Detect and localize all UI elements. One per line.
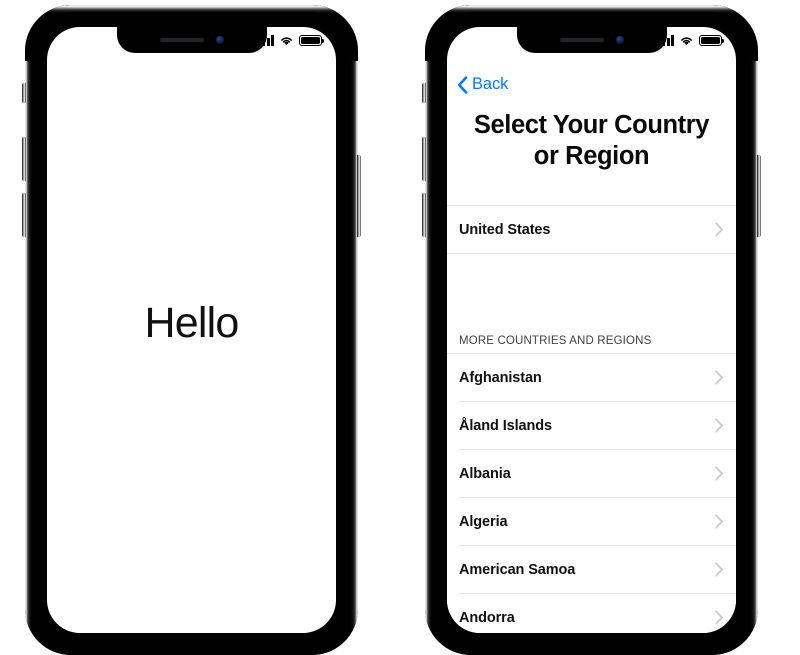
device-screen-country-picker: Back Select Your Country or Region Unite… <box>447 27 736 633</box>
list-item-aland-islands[interactable]: Åland Islands <box>447 402 736 449</box>
cellular-bars-icon <box>657 35 674 46</box>
chevron-right-icon <box>715 610 723 625</box>
volume-down-button[interactable] <box>22 193 26 237</box>
chevron-right-icon <box>715 514 723 529</box>
page-title: Select Your Country or Region <box>465 110 718 173</box>
chevron-right-icon <box>715 466 723 481</box>
volume-up-button[interactable] <box>22 137 26 181</box>
power-button[interactable] <box>757 155 761 237</box>
battery-full-icon <box>699 35 725 46</box>
wifi-icon <box>681 37 692 45</box>
list-item-label: American Samoa <box>459 561 576 578</box>
front-camera-icon <box>615 36 624 44</box>
list-item-label: Åland Islands <box>459 417 552 434</box>
earpiece-speaker-icon <box>159 38 204 42</box>
page-title-line-2: or Region <box>533 142 650 171</box>
earpiece-speaker-icon <box>559 38 604 42</box>
list-item-united-states[interactable]: United States <box>447 206 736 253</box>
iphone-device-country-picker: Back Select Your Country or Region Unite… <box>422 5 761 655</box>
page-title-line-1: Select Your Country <box>473 111 710 139</box>
wifi-icon <box>281 37 292 45</box>
battery-full-icon <box>299 35 325 46</box>
chevron-right-icon <box>715 370 723 385</box>
section-header-more-countries: MORE COUNTRIES AND REGIONS <box>459 335 652 347</box>
device-screen-hello: Hello <box>47 27 336 633</box>
list-item-label: Algeria <box>459 513 508 530</box>
list-item-afghanistan[interactable]: Afghanistan <box>447 354 736 401</box>
chevron-left-icon <box>457 75 468 94</box>
chevron-right-icon <box>715 222 723 237</box>
power-button[interactable] <box>357 155 361 237</box>
iphone-device-hello: Hello <box>22 5 361 655</box>
list-item-label: United States <box>459 221 551 238</box>
status-bar-icons <box>657 35 725 46</box>
volume-up-button[interactable] <box>422 137 426 181</box>
front-camera-icon <box>215 36 224 44</box>
device-bezel: Back Select Your Country or Region Unite… <box>432 12 751 648</box>
list-gap <box>447 254 736 314</box>
ring-silent-switch[interactable] <box>22 83 26 103</box>
volume-down-button[interactable] <box>422 193 426 237</box>
cellular-bars-icon <box>257 35 274 46</box>
device-bezel: Hello <box>32 12 351 648</box>
chevron-right-icon <box>715 562 723 577</box>
back-button-label: Back <box>472 75 509 93</box>
display-notch <box>116 27 267 53</box>
status-bar-icons <box>257 35 325 46</box>
ring-silent-switch[interactable] <box>422 83 426 103</box>
list-item-albania[interactable]: Albania <box>447 450 736 497</box>
display-notch <box>516 27 667 53</box>
country-list[interactable]: United States MORE COUNTRIES AND REGIONS… <box>447 205 736 633</box>
list-item-label: Afghanistan <box>459 369 542 386</box>
back-button[interactable]: Back <box>457 75 508 94</box>
list-item-american-samoa[interactable]: American Samoa <box>447 546 736 593</box>
list-item-label: Albania <box>459 465 511 482</box>
list-item-andorra[interactable]: Andorra <box>447 594 736 633</box>
chevron-right-icon <box>715 418 723 433</box>
hello-greeting-text: Hello <box>144 299 240 347</box>
list-item-algeria[interactable]: Algeria <box>447 498 736 545</box>
